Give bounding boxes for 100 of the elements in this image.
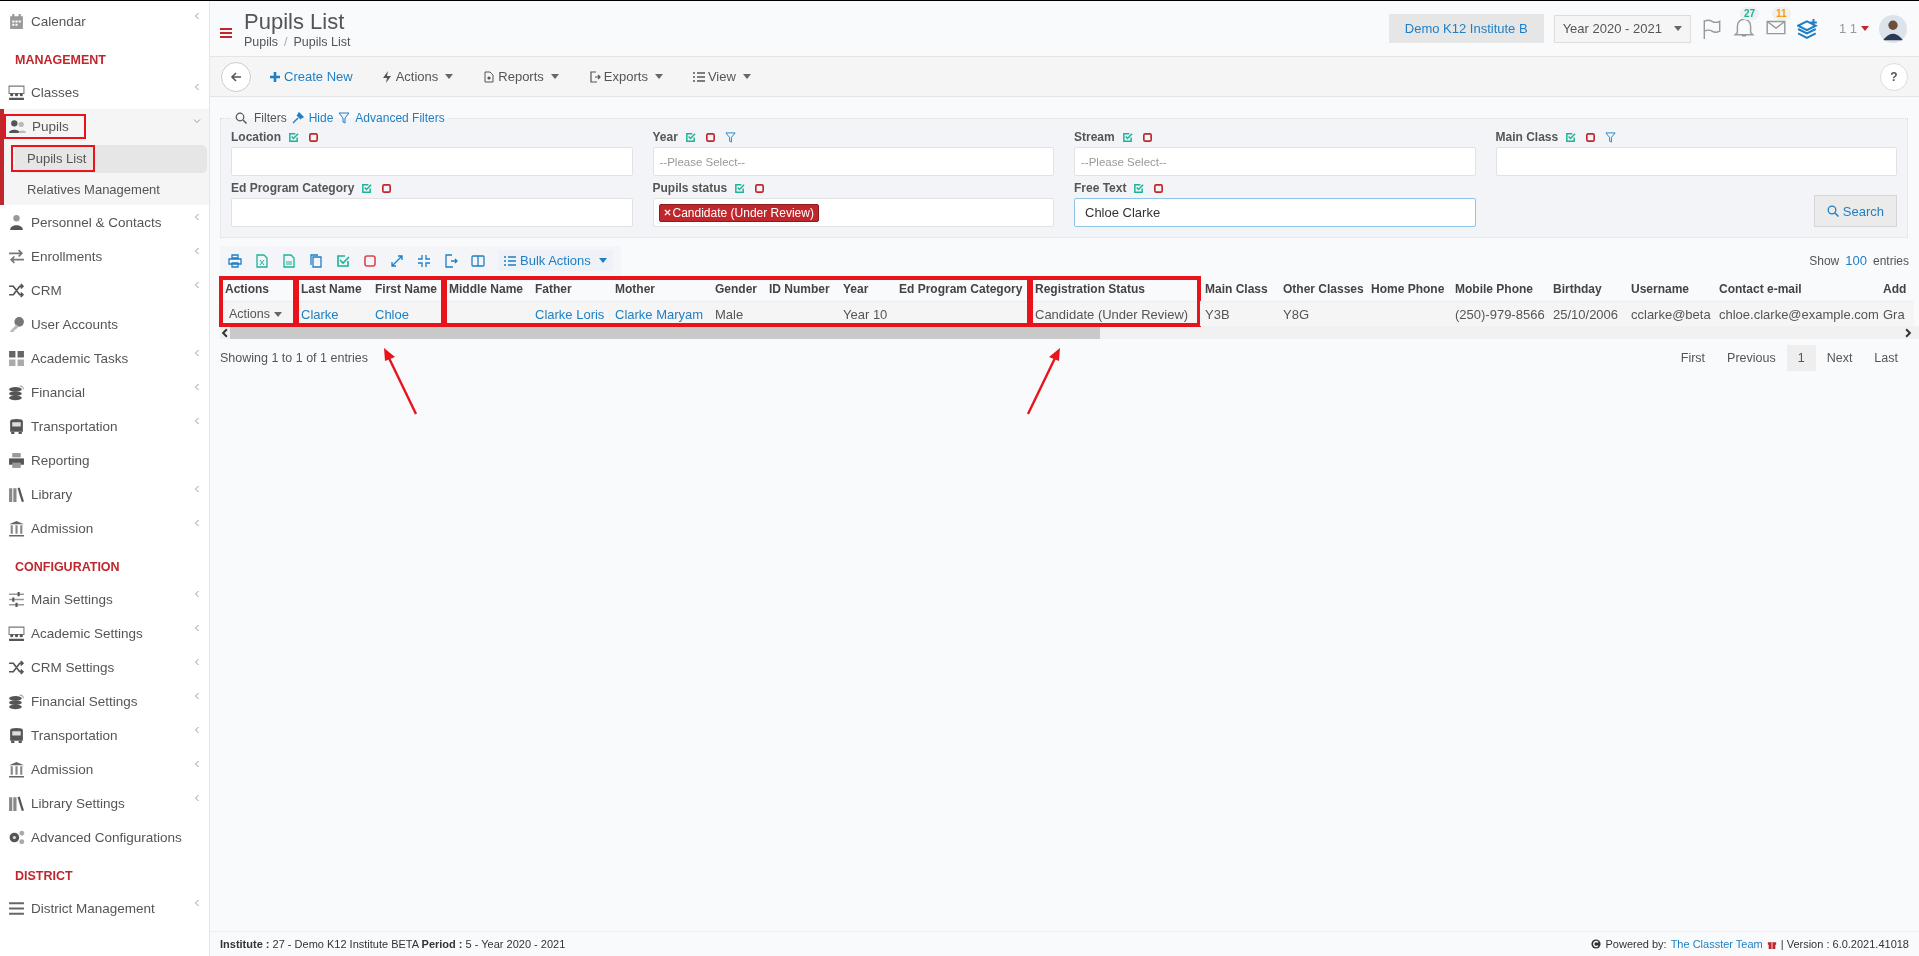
grid-icon [8, 349, 25, 367]
pagination-button[interactable]: Previous [1716, 345, 1787, 371]
print-icon[interactable] [228, 253, 242, 268]
sidebar-item[interactable]: District Management [0, 891, 189, 925]
menu-button[interactable]: Actions [372, 65, 462, 88]
input-field[interactable]: Chloe Clarke [1074, 198, 1476, 227]
filter-icon[interactable] [1605, 131, 1617, 143]
help-button[interactable]: ? [1880, 62, 1908, 91]
sidebar-item[interactable]: Calendar [0, 4, 189, 38]
advanced-filters-link[interactable]: Advanced Filters [338, 111, 445, 125]
sidebar-item[interactable]: Library Settings [0, 786, 189, 820]
logo-icon [1591, 939, 1602, 949]
square-icon[interactable] [363, 253, 377, 268]
menu-button[interactable]: View [684, 65, 759, 88]
pagination-button[interactable]: Last [1863, 345, 1909, 371]
copy-icon[interactable] [309, 253, 323, 268]
sidebar-item[interactable]: Transportation [0, 718, 189, 752]
table-cell-link[interactable]: Clarke [301, 306, 339, 322]
include-check-icon[interactable] [1133, 182, 1145, 194]
input-field[interactable] [1495, 147, 1897, 176]
sidebar-item[interactable]: Main Settings [0, 582, 189, 616]
include-check-icon[interactable] [361, 182, 373, 194]
include-check-icon[interactable] [288, 131, 299, 143]
menu-button[interactable]: Exports [580, 65, 671, 88]
exclude-square-icon[interactable] [1141, 131, 1153, 143]
hide-link[interactable]: Hide [291, 111, 334, 125]
include-check-icon[interactable] [1565, 131, 1577, 143]
sidebar-item[interactable]: CRM Settings [0, 650, 189, 684]
tag-field[interactable]: Candidate (Under Review) [652, 198, 1054, 227]
exclude-square-icon[interactable] [754, 182, 766, 194]
exclude-square-icon[interactable] [1585, 131, 1597, 143]
year-select[interactable]: Year 2020 - 2021 [1553, 14, 1691, 43]
file-icon[interactable] [282, 253, 296, 268]
scroll-right-icon[interactable] [1903, 327, 1913, 338]
breadcrumb[interactable]: Pupils [244, 34, 279, 49]
caret-icon[interactable] [1861, 26, 1869, 31]
caret-icon [742, 74, 751, 79]
columns-icon[interactable] [471, 253, 485, 268]
sidebar-item[interactable]: Library [0, 477, 189, 511]
menu-icon [8, 899, 25, 917]
table-cell: cclarke@beta [1626, 302, 1714, 326]
submenu-item[interactable]: Relatives Management [15, 175, 207, 204]
breadcrumb[interactable]: Pupils List [293, 34, 351, 49]
table-cell-link[interactable]: Chloe [375, 306, 409, 322]
input-field[interactable] [231, 147, 633, 176]
menu-button[interactable]: Reports [475, 65, 567, 88]
shuffle-icon [8, 281, 25, 299]
include-check-icon[interactable] [684, 131, 696, 143]
sidebar-item[interactable]: Advanced Configurations [0, 820, 201, 854]
export-icon[interactable] [444, 253, 458, 268]
avatar[interactable] [1879, 14, 1907, 43]
sidebar-item[interactable]: Transportation [0, 409, 189, 443]
include-check-icon[interactable] [734, 182, 746, 194]
sidebar-item[interactable]: Admission [0, 752, 189, 786]
layers-plus-icon[interactable] [1796, 17, 1819, 40]
sidebar-item[interactable]: Admission [0, 511, 189, 545]
filter-icon[interactable] [724, 131, 736, 143]
bolt-icon [380, 70, 393, 83]
compress-icon[interactable] [417, 253, 431, 268]
bell-icon[interactable] [1732, 16, 1755, 38]
actions-dropdown[interactable]: Actions [225, 307, 286, 321]
sidebar-item[interactable]: Financial [0, 375, 189, 409]
include-check-icon[interactable] [1121, 131, 1133, 143]
page-size-select[interactable]: 100 [1845, 253, 1867, 268]
exclude-square-icon[interactable] [1153, 182, 1165, 194]
check-icon[interactable] [336, 253, 350, 268]
status-tag[interactable]: Candidate (Under Review) [658, 203, 819, 222]
bulk-actions-button[interactable]: Bulk Actions [498, 250, 613, 271]
expand-icon[interactable] [390, 253, 404, 268]
scroll-left-icon[interactable] [220, 327, 230, 338]
sidebar-item[interactable]: CRM [0, 273, 189, 307]
gears-icon [8, 828, 25, 846]
create-new-button[interactable]: Create New [261, 65, 361, 88]
spreadsheet-icon[interactable] [255, 253, 269, 268]
exclude-square-icon[interactable] [381, 182, 393, 194]
sidebar-item[interactable]: Personnel & Contacts [0, 205, 189, 239]
powered-by-label: Powered by: [1605, 938, 1667, 950]
team-link[interactable]: The Classter Team [1670, 938, 1763, 950]
pagination-button[interactable]: Next [1815, 345, 1864, 371]
institute-button[interactable]: Demo K12 Institute B [1388, 14, 1544, 43]
table-cell-link[interactable]: Clarke Maryam [615, 306, 704, 322]
sidebar-item[interactable]: Enrollments [0, 239, 189, 273]
table-cell-link[interactable]: Clarke Loris [535, 306, 605, 322]
pagination-button[interactable]: First [1669, 345, 1717, 371]
horizontal-scrollbar[interactable] [220, 326, 1919, 339]
search-button[interactable]: Search [1813, 195, 1897, 227]
pagination-button[interactable]: 1 [1786, 345, 1816, 371]
sidebar-item[interactable]: Academic Settings [0, 616, 189, 650]
sidebar-item[interactable]: Academic Tasks [0, 341, 189, 375]
back-button[interactable] [221, 61, 251, 92]
input-field[interactable] [231, 198, 633, 227]
sidebar-item[interactable]: Reporting [0, 443, 201, 477]
entries-summary: Showing 1 to 1 of 1 entries [220, 351, 368, 365]
filters-label: Filters [254, 111, 287, 125]
sidebar-item[interactable]: User Accounts [0, 307, 201, 341]
sidebar-item[interactable]: Financial Settings [0, 684, 189, 718]
exclude-square-icon[interactable] [704, 131, 716, 143]
menu-icon[interactable] [220, 27, 232, 38]
sidebar-item[interactable]: Classes [0, 75, 189, 109]
exclude-square-icon[interactable] [308, 131, 319, 143]
